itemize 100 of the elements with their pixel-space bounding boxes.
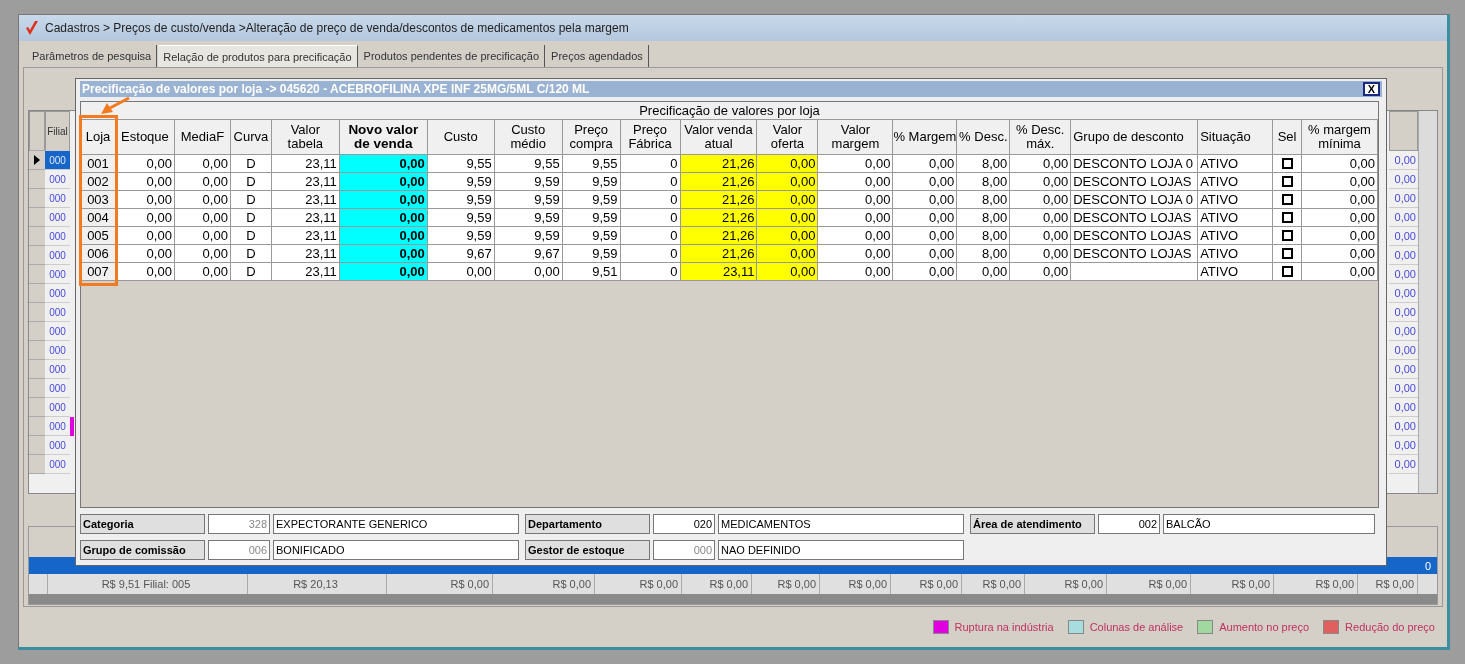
legend-label: Aumento no preço [1219, 621, 1310, 633]
table-cell: DESCONTO LOJAS [1071, 227, 1199, 245]
table-cell[interactable]: 000 [45, 436, 70, 455]
table-cell[interactable]: 000 [45, 398, 70, 417]
table-cell: 0,00 [1010, 227, 1072, 245]
scrollbar[interactable] [29, 594, 1437, 604]
table-cell: 0 [620, 191, 681, 209]
table-cell: 0,00 [893, 263, 958, 281]
table-cell: 0 [620, 173, 681, 191]
table-cell: 9,59 [562, 227, 621, 245]
table-cell[interactable]: 000 [45, 208, 70, 227]
checkbox[interactable] [1281, 266, 1293, 277]
table-cell: D [230, 245, 272, 263]
table-cell: 0 [620, 227, 681, 245]
code-field[interactable]: 020 [653, 514, 715, 534]
table-cell: 0,00 [1010, 155, 1072, 173]
checkbox[interactable] [1281, 176, 1293, 187]
table-cell: 0,00 [339, 245, 428, 263]
table-cell: 0,00 [818, 155, 894, 173]
code-field[interactable]: 002 [1098, 514, 1160, 534]
table-cell: 8,00 [957, 173, 1011, 191]
description-field[interactable]: MEDICAMENTOS [718, 514, 964, 534]
column-header: Filial [45, 111, 70, 151]
table-cell[interactable]: 000 [45, 227, 70, 246]
table-cell: DESCONTO LOJAS [1071, 245, 1199, 263]
table-cell: 9,51 [562, 263, 621, 281]
table-cell: ATIVO [1198, 209, 1274, 227]
table-cell: 0 [620, 245, 681, 263]
table-cell: 0,00 [115, 209, 175, 227]
table-cell[interactable]: 000 [45, 360, 70, 379]
table-cell: 0,00 [174, 173, 231, 191]
table-cell[interactable]: 000 [45, 170, 70, 189]
table-cell: 0,00 [893, 227, 958, 245]
table-cell: 0,00 [174, 155, 231, 173]
table-cell: 9,59 [427, 227, 495, 245]
table-cell[interactable]: 000 [45, 322, 70, 341]
description-field[interactable]: BONIFICADO [273, 540, 519, 560]
table-cell[interactable]: 000 [45, 265, 70, 284]
table-cell: ATIVO [1198, 173, 1274, 191]
table-cell: 0,00 [115, 227, 175, 245]
legend-label: Colunas de análise [1089, 621, 1184, 633]
table-cell: 0,00 [818, 227, 894, 245]
table-cell: 0,00 [818, 191, 894, 209]
field-label: Área de atendimento [970, 514, 1095, 534]
table-cell[interactable]: 000 [45, 379, 70, 398]
table-cell: 23,11 [271, 155, 340, 173]
legend-label: Ruptura na indústria [954, 621, 1054, 633]
field-label: Grupo de comissão [80, 540, 205, 560]
checkbox[interactable] [1281, 230, 1293, 241]
field-label: Departamento [525, 514, 650, 534]
table-cell: 0,00 [1010, 209, 1072, 227]
table-cell: 9,59 [427, 191, 495, 209]
field-label: Categoria [80, 514, 205, 534]
table-cell[interactable]: 000 [45, 455, 70, 474]
table-cell: 0,00 [818, 245, 894, 263]
checkbox[interactable] [1281, 158, 1293, 169]
checkbox[interactable] [1281, 248, 1293, 259]
tab[interactable]: Relação de produtos para precificação [158, 45, 358, 67]
table-cell: ATIVO [1198, 155, 1274, 173]
scrollbar[interactable] [1418, 111, 1437, 493]
table-cell: 0,00 [757, 191, 819, 209]
table-cell[interactable]: 000 [45, 303, 70, 322]
table-cell: 8,00 [957, 155, 1011, 173]
description-field[interactable]: BALCÃO [1163, 514, 1375, 534]
table-cell[interactable]: 000 [45, 284, 70, 303]
table-cell: D [230, 227, 272, 245]
table-cell: ATIVO [1198, 191, 1274, 209]
row-header[interactable] [29, 151, 45, 170]
table-cell: 0 [620, 155, 681, 173]
table-cell: 001 [81, 155, 116, 173]
table-cell: 003 [81, 191, 116, 209]
close-button[interactable]: X [1363, 82, 1380, 96]
table-cell: D [230, 173, 272, 191]
table-cell: 0,00 [957, 263, 1011, 281]
table-cell[interactable]: 000 [45, 246, 70, 265]
table-cell: 0,00 [757, 227, 819, 245]
table-cell: 0,00 [494, 263, 563, 281]
table-cell[interactable]: 000 [45, 151, 70, 170]
checkbox[interactable] [1281, 194, 1293, 205]
table-cell: 9,67 [427, 245, 495, 263]
table-cell[interactable]: 000 [45, 189, 70, 208]
table-cell: 005 [81, 227, 116, 245]
description-field[interactable]: EXPECTORANTE GENERICO [273, 514, 519, 534]
table-cell: D [230, 209, 272, 227]
table-cell: 002 [81, 173, 116, 191]
table-cell: ATIVO [1198, 227, 1274, 245]
table-cell: 0,00 [757, 173, 819, 191]
table-cell: 0 [620, 263, 681, 281]
table-cell: 0,00 [1302, 209, 1378, 227]
table-cell: 0 [1424, 559, 1431, 572]
table-cell: 0,00 [757, 155, 819, 173]
table-cell: 9,67 [494, 245, 563, 263]
checkbox[interactable] [1281, 212, 1293, 223]
description-field[interactable]: NAO DEFINIDO [718, 540, 964, 560]
table-cell: 0,00 [757, 245, 819, 263]
table-cell: DESCONTO LOJAS [1071, 173, 1199, 191]
table-cell[interactable]: 000 [45, 341, 70, 360]
table-cell: DESCONTO LOJA 0 [1071, 191, 1199, 209]
column-header [29, 111, 45, 151]
table-cell: 0,00 [818, 173, 894, 191]
